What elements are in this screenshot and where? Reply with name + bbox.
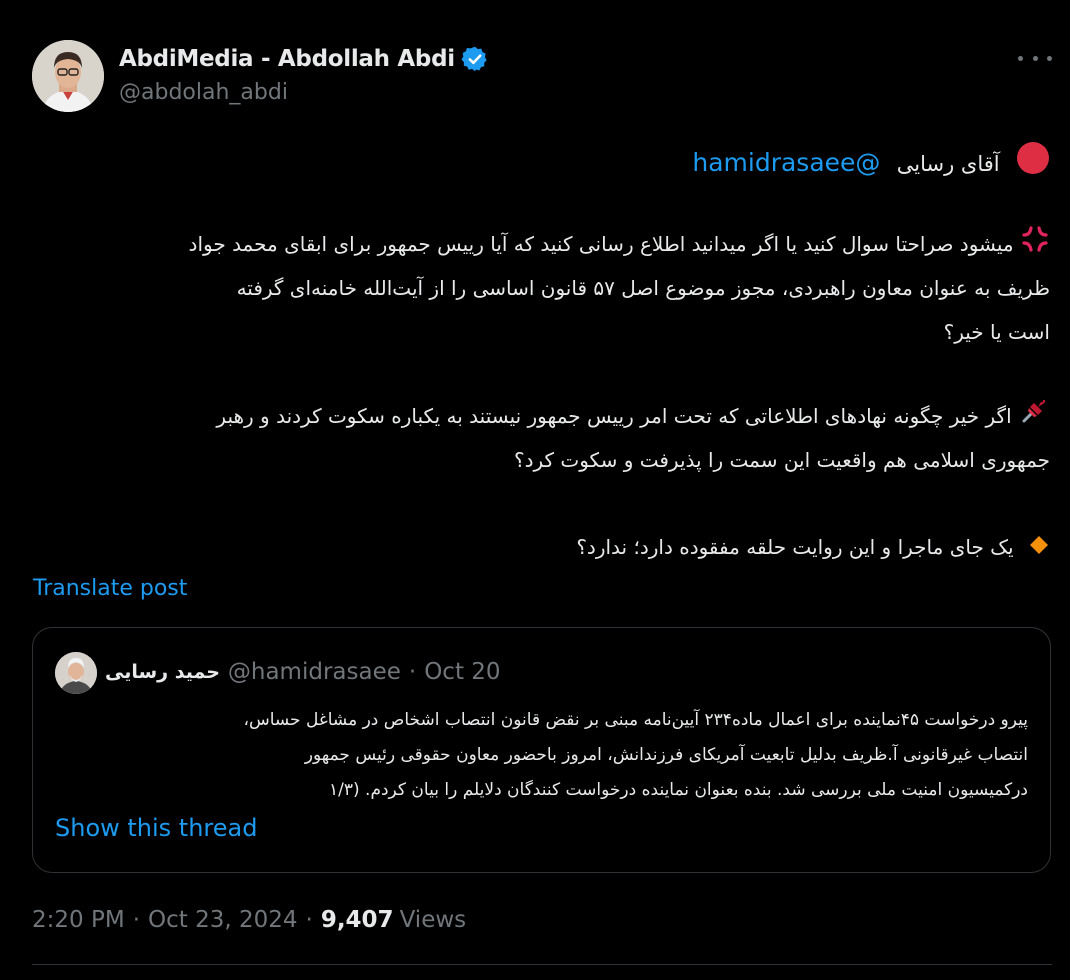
quoted-header: حمید رسایی @hamidrasaee · Oct 20 bbox=[105, 654, 501, 690]
tweet-text-line: جمهوری اسلامی هم واقعیت این سمت را پذیرف… bbox=[513, 448, 1050, 472]
quoted-separator: · bbox=[408, 659, 417, 685]
tweet-paragraph-line: میشود صراحتا سوال کنید یا اگر میدانید اط… bbox=[189, 224, 1050, 264]
more-options-icon[interactable] bbox=[1018, 46, 1052, 70]
tweet-paragraph-line: اگر خیر چگونه نهادهای اطلاعاتی که تحت ام… bbox=[216, 395, 1050, 435]
tweet-text-line: میشود صراحتا سوال کنید یا اگر میدانید اط… bbox=[188, 232, 1014, 256]
quoted-tweet[interactable]: حمید رسایی @hamidrasaee · Oct 20 پیرو در… bbox=[32, 627, 1051, 873]
tweet-text-line: اگر خیر چگونه نهادهای اطلاعاتی که تحت ام… bbox=[216, 404, 1012, 428]
quoted-avatar-image bbox=[55, 652, 97, 694]
tweet-post: AbdiMedia - Abdollah Abdi @abdolah_abdi … bbox=[0, 0, 1070, 980]
author-handle[interactable]: @abdolah_abdi bbox=[119, 80, 288, 105]
tweet-text-line: است یا خیر؟ bbox=[943, 320, 1050, 344]
quoted-text-line: درکمیسیون امنیت ملی بررسی شد. بنده بعنوا… bbox=[329, 780, 1028, 800]
pushpin-icon bbox=[1018, 395, 1050, 440]
show-thread-link[interactable]: Show this thread bbox=[55, 814, 257, 842]
red-circle-icon bbox=[1016, 141, 1050, 190]
mention-link[interactable]: @hamidrasaee bbox=[692, 148, 880, 177]
tweet-mention-line: آقای رسایی @hamidrasaee bbox=[692, 141, 1050, 185]
author-avatar-image bbox=[32, 40, 104, 112]
author-display-name[interactable]: AbdiMedia - Abdollah Abdi bbox=[119, 46, 455, 72]
verified-badge-icon[interactable] bbox=[461, 45, 489, 73]
quoted-text-line: پیرو درخواست ۴۵نماینده برای اعمال ماده۲۳… bbox=[243, 710, 1028, 730]
quoted-date[interactable]: Oct 20 bbox=[424, 659, 500, 685]
tweet-paragraph-line: یک جای ماجرا و این روایت حلقه مفقوده دار… bbox=[576, 527, 1050, 567]
orange-diamond-icon bbox=[1028, 529, 1050, 569]
footer-separator: · bbox=[132, 907, 140, 933]
quoted-author-avatar[interactable] bbox=[55, 652, 97, 694]
views-count[interactable]: 9,407 bbox=[321, 907, 394, 933]
tweet-text-line: یک جای ماجرا و این روایت حلقه مفقوده دار… bbox=[576, 535, 1014, 559]
quoted-handle[interactable]: @hamidrasaee bbox=[228, 659, 401, 685]
tweet-footer: 2:20 PM · Oct 23, 2024 · 9,407 Views bbox=[32, 902, 466, 938]
footer-separator: · bbox=[305, 907, 313, 933]
anger-symbol-icon bbox=[1020, 224, 1050, 267]
tweet-mention-prefix: آقای رسایی bbox=[896, 152, 1000, 176]
quoted-display-name[interactable]: حمید رسایی bbox=[105, 661, 220, 683]
author-name-row[interactable]: AbdiMedia - Abdollah Abdi bbox=[119, 42, 489, 76]
author-avatar[interactable] bbox=[32, 40, 104, 112]
post-date[interactable]: Oct 23, 2024 bbox=[148, 907, 298, 933]
post-time[interactable]: 2:20 PM bbox=[32, 907, 125, 933]
divider bbox=[32, 964, 1052, 965]
views-label: Views bbox=[399, 907, 467, 933]
translate-post-link[interactable]: Translate post bbox=[33, 576, 187, 601]
quoted-text-line: انتصاب غیرقانونی آ.ظریف بدلیل تابعیت آمر… bbox=[304, 745, 1028, 765]
tweet-text-line: ظریف به عنوان معاون راهبردی، مجوز موضوع … bbox=[236, 276, 1050, 300]
